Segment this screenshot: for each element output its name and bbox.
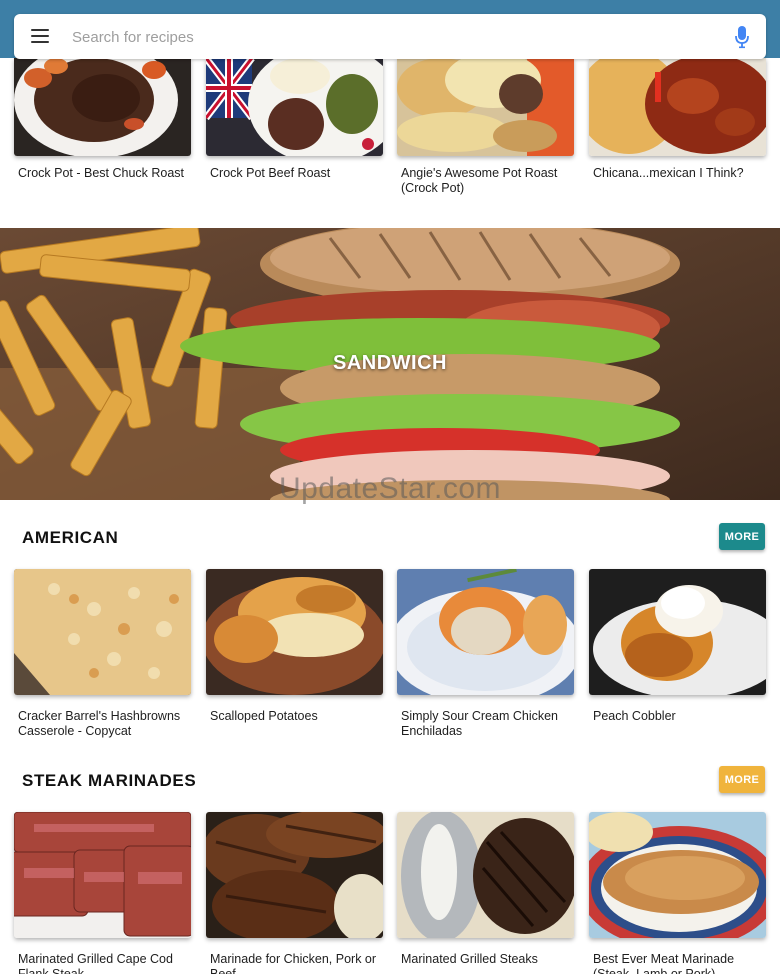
recipe-image[interactable] <box>589 569 766 695</box>
recipe-name: Marinated Grilled Cape Cod Flank Steak <box>18 952 173 974</box>
recipe-name: Peach Cobbler <box>593 709 676 723</box>
recipe-name: Marinade for Chicken, Pork or Beef <box>210 952 377 974</box>
recipe-image[interactable] <box>14 812 191 938</box>
recipe-card[interactable]: Scalloped Potatoes <box>206 569 383 724</box>
section-title-american: AMERICAN <box>22 528 119 547</box>
recipe-image[interactable] <box>397 569 574 695</box>
recipe-card[interactable]: Marinated Grilled Cape Cod Flank Steak <box>14 812 191 974</box>
recipe-card[interactable]: Marinade for Chicken, Pork or Beef <box>206 812 383 974</box>
recipe-card[interactable]: Angie's Awesome Pot Roast (Crock Pot) <box>397 58 574 196</box>
steak-marinades-more-button[interactable]: MORE <box>719 766 765 793</box>
recipe-name: Best Ever Meat Marinade (Steak, Lamb or … <box>593 952 735 974</box>
section-title-steak-marinades: STEAK MARINADES <box>22 771 197 790</box>
recipe-name: Scalloped Potatoes <box>210 709 318 723</box>
recipe-name: Cracker Barrel's Hashbrowns Casserole - … <box>18 709 181 738</box>
recipe-name: Marinated Grilled Steaks <box>401 952 538 966</box>
recipe-image[interactable] <box>397 812 574 938</box>
recipe-image[interactable] <box>14 569 191 695</box>
recipe-card[interactable]: Crock Pot Beef Roast <box>206 58 383 181</box>
search-input[interactable] <box>72 22 692 52</box>
hamburger-menu-icon[interactable] <box>31 29 49 43</box>
recipe-card[interactable]: Peach Cobbler <box>589 569 766 724</box>
recipe-name: Simply Sour Cream Chicken Enchiladas <box>401 709 558 738</box>
recipe-image[interactable] <box>206 569 383 695</box>
banner-title: SANDWICH <box>333 352 447 374</box>
microphone-icon[interactable] <box>734 25 750 49</box>
recipe-name: Crock Pot Beef Roast <box>210 166 331 180</box>
american-more-button[interactable]: MORE <box>719 523 765 550</box>
sandwich-category-banner[interactable]: SANDWICH <box>0 228 780 500</box>
recipe-card[interactable]: Crock Pot - Best Chuck Roast <box>14 58 191 181</box>
recipe-card[interactable]: Chicana...mexican I Think? <box>589 58 766 181</box>
recipe-image[interactable] <box>206 58 383 156</box>
recipe-card[interactable]: Simply Sour Cream Chicken Enchiladas <box>397 569 574 739</box>
recipe-name: Crock Pot - Best Chuck Roast <box>18 166 185 180</box>
recipe-image[interactable] <box>206 812 383 938</box>
recipe-card[interactable]: Marinated Grilled Steaks <box>397 812 574 967</box>
recipe-card[interactable]: Best Ever Meat Marinade (Steak, Lamb or … <box>589 812 766 974</box>
recipe-app: Crock Pot - Best Chuck Roast <box>0 0 780 974</box>
recipe-image[interactable] <box>397 58 574 156</box>
recipe-image[interactable] <box>14 58 191 156</box>
recipe-name: Angie's Awesome Pot Roast (Crock Pot) <box>401 166 558 195</box>
recipe-image[interactable] <box>589 58 766 156</box>
recipe-image[interactable] <box>589 812 766 938</box>
recipe-card[interactable]: Cracker Barrel's Hashbrowns Casserole - … <box>14 569 191 739</box>
search-bar[interactable] <box>14 14 766 59</box>
recipe-name: Chicana...mexican I Think? <box>593 166 744 180</box>
